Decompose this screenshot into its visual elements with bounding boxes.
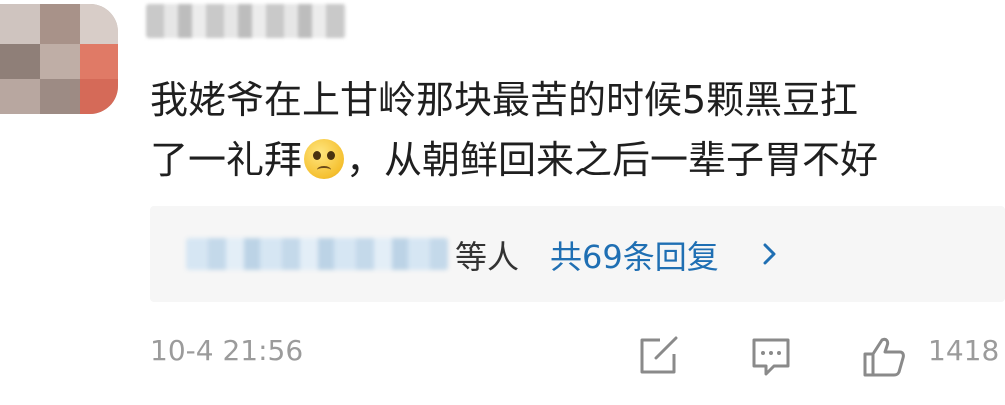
reply-usernames-blurred <box>186 238 448 270</box>
comment-line-2-start: 了一礼拜 <box>150 138 303 182</box>
replies-preview[interactable]: 等人 共69条回复 <box>150 206 1005 302</box>
pleading-face-emoji <box>304 139 345 179</box>
timestamp: 10-4 21:56 <box>150 334 304 367</box>
avatar[interactable] <box>0 4 118 114</box>
reply-count-link[interactable]: 共69条回复 <box>550 232 719 278</box>
share-icon[interactable] <box>638 336 680 376</box>
comment-line-1: 我姥爷在上甘岭那块最苦的时候5颗黑豆扛 <box>150 78 859 122</box>
username-blurred[interactable] <box>146 4 346 38</box>
like-count: 1418 <box>928 334 1000 367</box>
thumbs-up-icon[interactable] <box>862 336 906 378</box>
chevron-right-icon <box>763 243 776 265</box>
comment-text: 我姥爷在上甘岭那块最苦的时候5颗黑豆扛 了一礼拜 ，从朝鲜回来之后一辈子胃不好 <box>150 70 1000 190</box>
comment-icon[interactable] <box>750 336 792 378</box>
comment-line-2-end: ，从朝鲜回来之后一辈子胃不好 <box>346 138 879 182</box>
reply-suffix: 等人 <box>455 238 520 276</box>
